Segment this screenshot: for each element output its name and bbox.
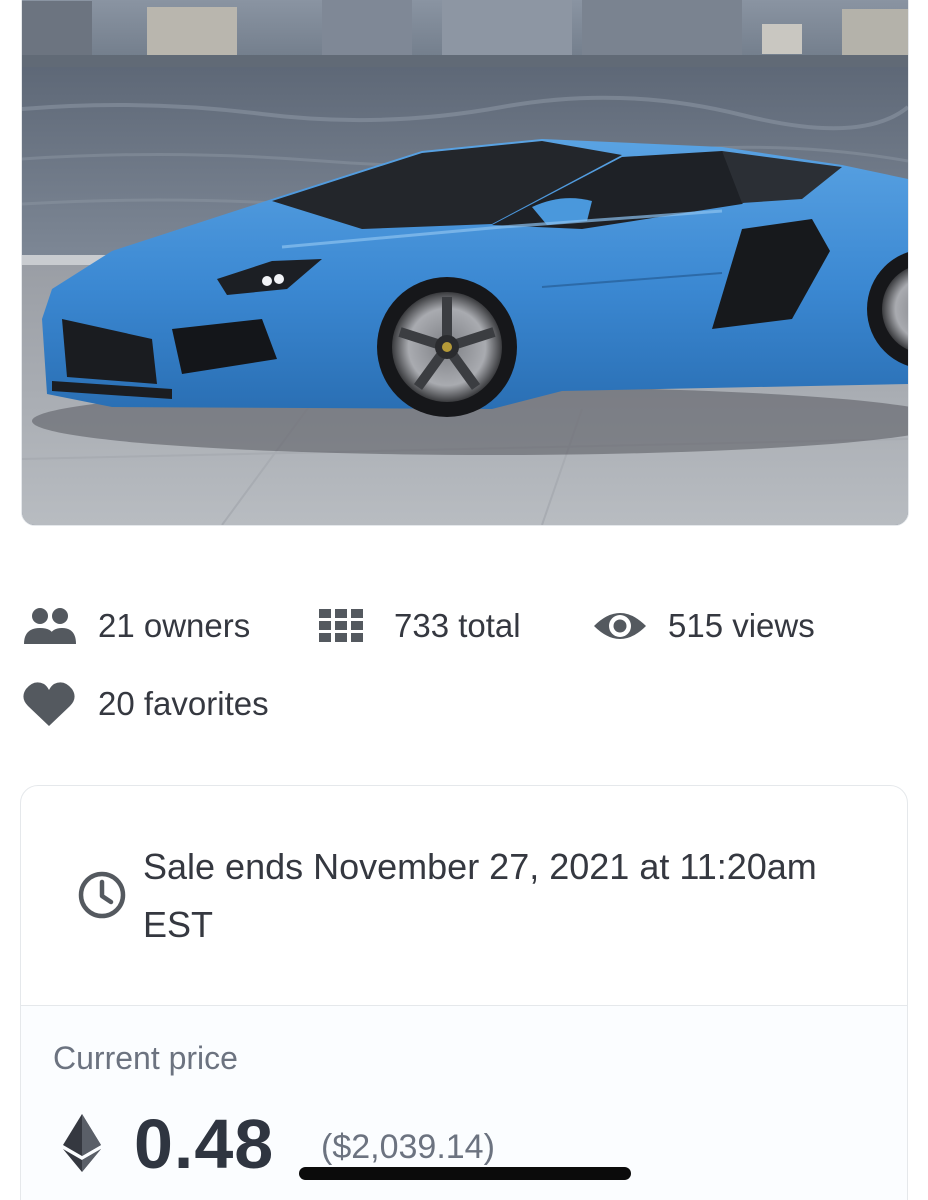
home-indicator[interactable] <box>299 1167 631 1180</box>
total-stat: 733 total <box>318 596 521 656</box>
favorites-label: 20 favorites <box>98 685 269 722</box>
favorites-stat[interactable]: 20 favorites <box>22 674 269 734</box>
ethereum-icon <box>63 1114 101 1172</box>
price-value: 0.48 <box>134 1105 275 1183</box>
sale-ends-text: Sale ends November 27, 2021 at 11:20am E… <box>143 846 817 945</box>
sale-header: Sale ends November 27, 2021 at 11:20am E… <box>21 786 907 1006</box>
grid-icon <box>318 604 374 648</box>
eye-icon <box>592 604 648 648</box>
clock-icon <box>77 870 127 920</box>
current-price-label: Current price <box>53 1040 238 1076</box>
views-label: 515 views <box>668 607 815 644</box>
total-label: 733 total <box>394 607 521 644</box>
car-image <box>22 0 908 525</box>
sale-card: Sale ends November 27, 2021 at 11:20am E… <box>20 785 908 1200</box>
views-stat: 515 views <box>592 596 815 656</box>
nft-media-card[interactable] <box>21 0 909 526</box>
price-usd: ($2,039.14) <box>321 1128 495 1166</box>
people-icon <box>22 604 78 648</box>
owners-label: 21 owners <box>98 607 251 644</box>
nft-item-page: 21 owners 733 total 515 views 20 favorit… <box>0 0 928 1200</box>
heart-icon[interactable] <box>22 682 78 726</box>
owners-stat[interactable]: 21 owners <box>22 596 250 656</box>
